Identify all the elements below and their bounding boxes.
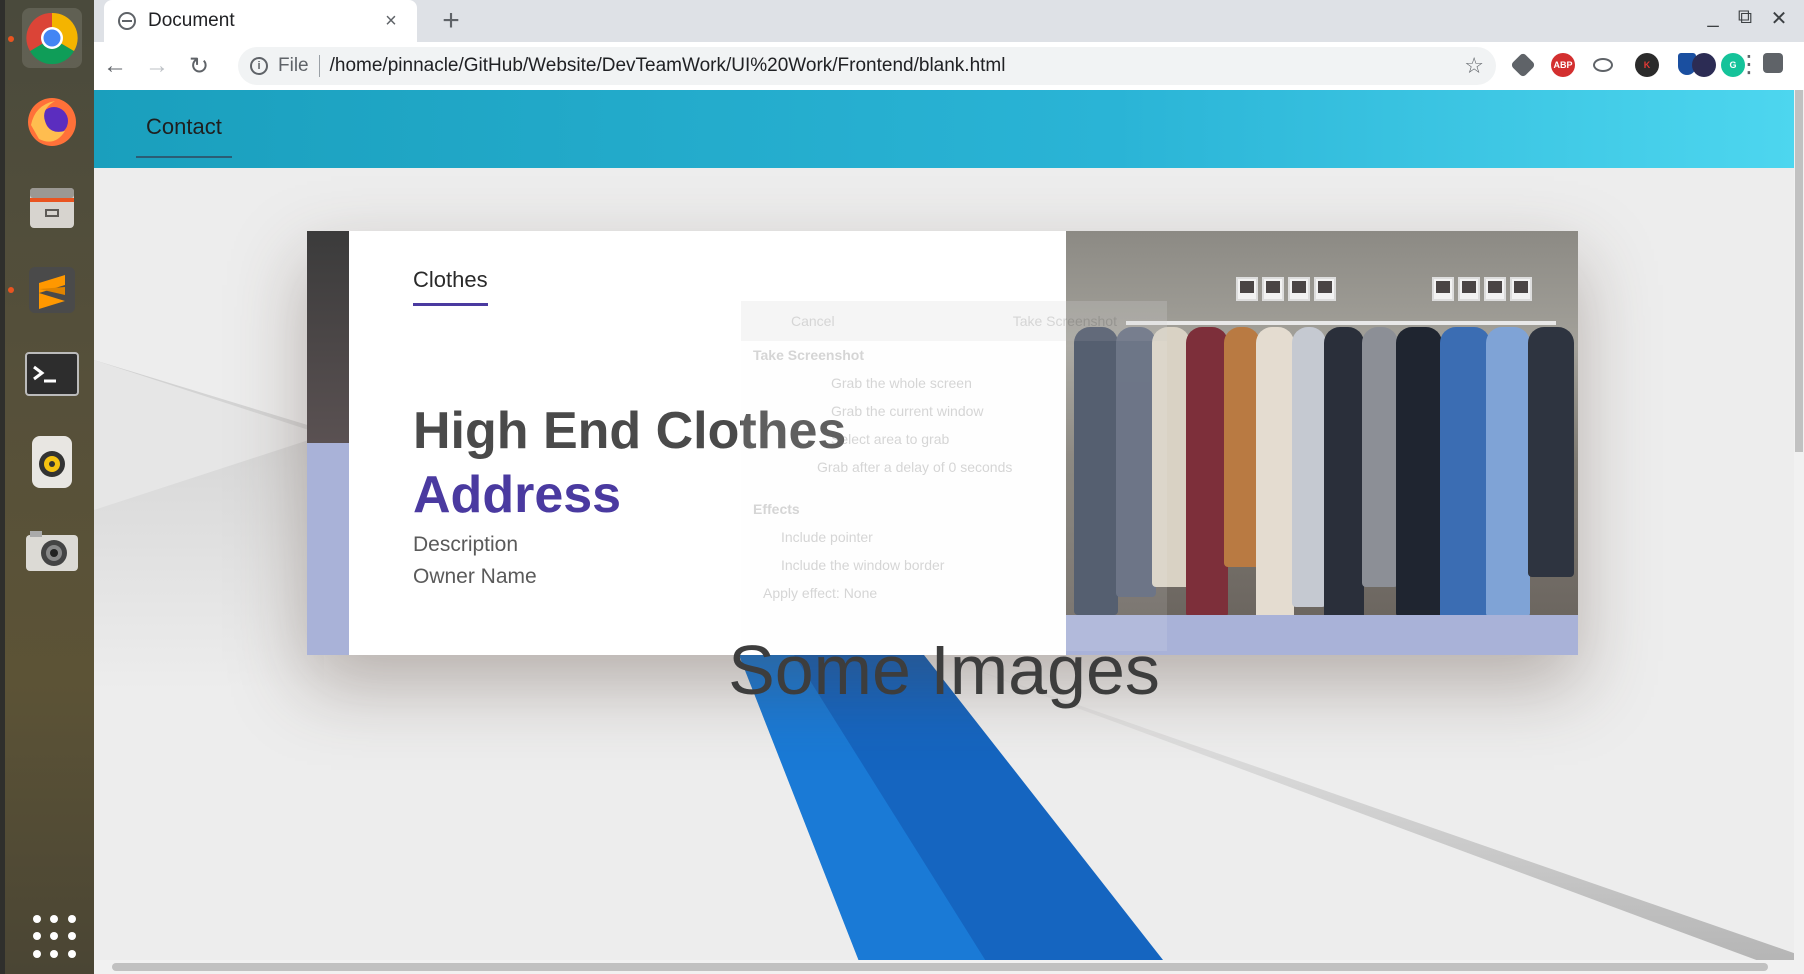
ubuntu-dock	[0, 0, 94, 974]
nav-link-contact[interactable]: Contact	[136, 114, 232, 158]
ghost-apply-label: Apply effect:	[763, 585, 840, 601]
url-text[interactable]: /home/pinnacle/GitHub/Website/DevTeamWor…	[330, 55, 1465, 77]
site-info-icon[interactable]: i	[250, 57, 268, 75]
site-navbar: Contact	[94, 90, 1794, 168]
running-indicator	[8, 36, 14, 42]
ghost-option: Select area to grab	[831, 431, 950, 447]
adblock-plus-icon[interactable]: ABP	[1551, 53, 1575, 77]
ghost-delay-unit: seconds	[960, 459, 1013, 475]
vertical-scrollbar[interactable]	[1794, 90, 1804, 960]
ghost-delay-label: Grab after a delay of	[817, 459, 945, 475]
tab-close-icon[interactable]: ×	[379, 10, 403, 33]
forward-button[interactable]: →	[136, 45, 178, 87]
ghost-apply-value: None	[843, 585, 878, 601]
extension-icon[interactable]	[1510, 52, 1536, 78]
card-accent-strip	[307, 231, 349, 443]
horizontal-scrollbar[interactable]	[94, 960, 1804, 974]
extension-icon[interactable]	[1593, 58, 1613, 72]
card-owner-name: Owner Name	[413, 565, 537, 588]
restore-button[interactable]: ⧉	[1730, 6, 1760, 29]
card-address: Address	[413, 466, 622, 524]
tab-title: Document	[148, 10, 235, 31]
rhythmbox-icon[interactable]	[22, 432, 82, 492]
ghost-effects: Effects	[753, 501, 800, 517]
tab-strip: Document × + _ ⧉ ✕	[94, 0, 1804, 42]
minimize-button[interactable]: _	[1698, 6, 1728, 29]
card-accent-strip	[307, 443, 349, 655]
card-description: Description	[413, 533, 519, 556]
show-applications-icon[interactable]	[33, 915, 77, 959]
profile-avatar-icon[interactable]	[1692, 53, 1716, 77]
tab-clothes[interactable]: Clothes	[413, 267, 488, 306]
page-viewport: Contact Clothes High End Clothes Address…	[94, 90, 1804, 974]
kaspersky-icon[interactable]: K	[1635, 53, 1659, 77]
chrome-menu-icon[interactable]: ⋮	[1737, 50, 1761, 79]
reload-button[interactable]: ↻	[178, 45, 220, 87]
vertical-scrollbar-thumb[interactable]	[1795, 90, 1803, 452]
url-scheme-label: File	[278, 55, 320, 77]
tab-document[interactable]: Document ×	[104, 0, 417, 42]
horizontal-scrollbar-thumb[interactable]	[112, 963, 1768, 971]
globe-icon	[118, 12, 136, 30]
browser-window: Document × + _ ⧉ ✕ ← → ↻ i File /home/pi…	[94, 0, 1804, 974]
bookmark-star-icon[interactable]: ☆	[1464, 53, 1484, 79]
browser-toolbar: ← → ↻ i File /home/pinnacle/GitHub/Websi…	[94, 42, 1804, 90]
terminal-icon[interactable]	[22, 344, 82, 404]
firefox-icon[interactable]	[22, 92, 82, 152]
ghost-heading: Take Screenshot	[753, 347, 865, 363]
ghost-cancel-button: Cancel	[791, 313, 835, 329]
running-indicator	[8, 287, 14, 293]
sublime-text-icon[interactable]	[22, 260, 82, 320]
ghost-take-button: Take Screenshot	[1012, 313, 1117, 329]
screenshot-dialog-ghost: Cancel Take Screenshot Take Screenshot G…	[741, 301, 1167, 651]
extension-icon[interactable]	[1763, 53, 1783, 73]
section-heading: Some Images	[728, 631, 1160, 709]
address-bar[interactable]: i File /home/pinnacle/GitHub/Website/Dev…	[238, 47, 1496, 85]
close-window-button[interactable]: ✕	[1764, 6, 1794, 31]
ghost-pointer: Include pointer	[781, 529, 873, 545]
new-tab-button[interactable]: +	[434, 4, 468, 38]
ghost-delay-value: 0	[948, 459, 957, 475]
screenshot-icon[interactable]	[22, 520, 82, 580]
ghost-option: Grab the whole screen	[831, 375, 972, 391]
chrome-icon[interactable]	[22, 8, 82, 68]
files-icon[interactable]	[22, 176, 82, 236]
ghost-option: Grab the current window	[831, 403, 984, 419]
back-button[interactable]: ←	[94, 45, 136, 87]
ghost-border: Include the window border	[781, 557, 945, 573]
